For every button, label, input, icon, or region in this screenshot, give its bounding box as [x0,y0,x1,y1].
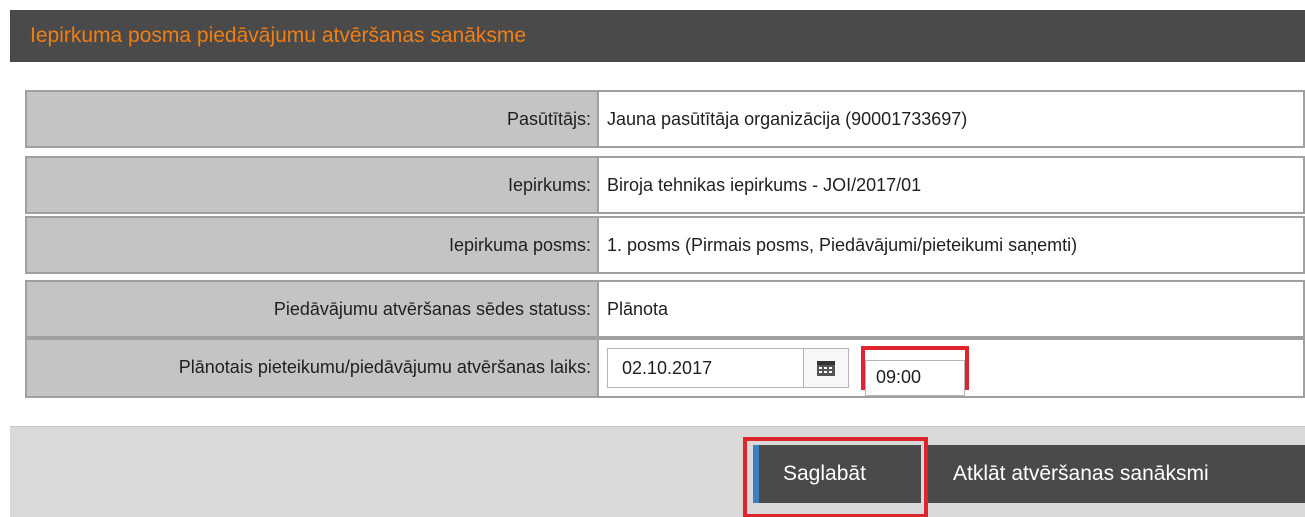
open-meeting-button[interactable]: Atklāt atvēršanas sanāksmi [928,445,1305,503]
save-button[interactable]: Saglabāt [753,445,921,503]
time-input[interactable] [865,359,965,396]
stage-label: Iepirkuma posms: [27,218,599,272]
customer-value: Jauna pasūtītāja organizācija (900017336… [607,109,968,129]
status-value: Plānota [607,299,669,319]
stage-value: 1. posms (Pirmais posms, Piedāvājumi/pie… [607,235,1078,255]
status-label: Piedāvājumu atvēršanas sēdes statuss: [27,282,599,336]
date-picker [607,348,849,388]
dialog-title: Iepirkuma posma piedāvājumu atvēršanas s… [10,10,1305,62]
calendar-button[interactable] [804,349,848,387]
stage-row: Iepirkuma posms: 1. posms (Pirmais posms… [25,216,1305,274]
customer-label: Pasūtītājs: [27,92,599,146]
form-area: Pasūtītājs: Jauna pasūtītāja organizācij… [10,62,1305,426]
action-bar: Saglabāt Atklāt atvēršanas sanāksmi [10,426,1305,517]
customer-row: Pasūtītājs: Jauna pasūtītāja organizācij… [25,90,1305,148]
date-input[interactable] [608,349,804,387]
status-row: Piedāvājumu atvēršanas sēdes statuss: Pl… [25,280,1305,338]
procurement-value: Biroja tehnikas iepirkums - JOI/2017/01 [607,175,922,195]
planned-time-label: Plānotais pieteikumu/piedāvājumu atvērša… [27,340,599,396]
procurement-row: Iepirkums: Biroja tehnikas iepirkums - J… [25,156,1305,214]
procurement-label: Iepirkums: [27,158,599,212]
planned-time-controls [599,340,1303,396]
planned-time-row: Plānotais pieteikumu/piedāvājumu atvērša… [25,338,1305,398]
time-highlight [861,346,969,396]
calendar-icon [817,361,835,376]
